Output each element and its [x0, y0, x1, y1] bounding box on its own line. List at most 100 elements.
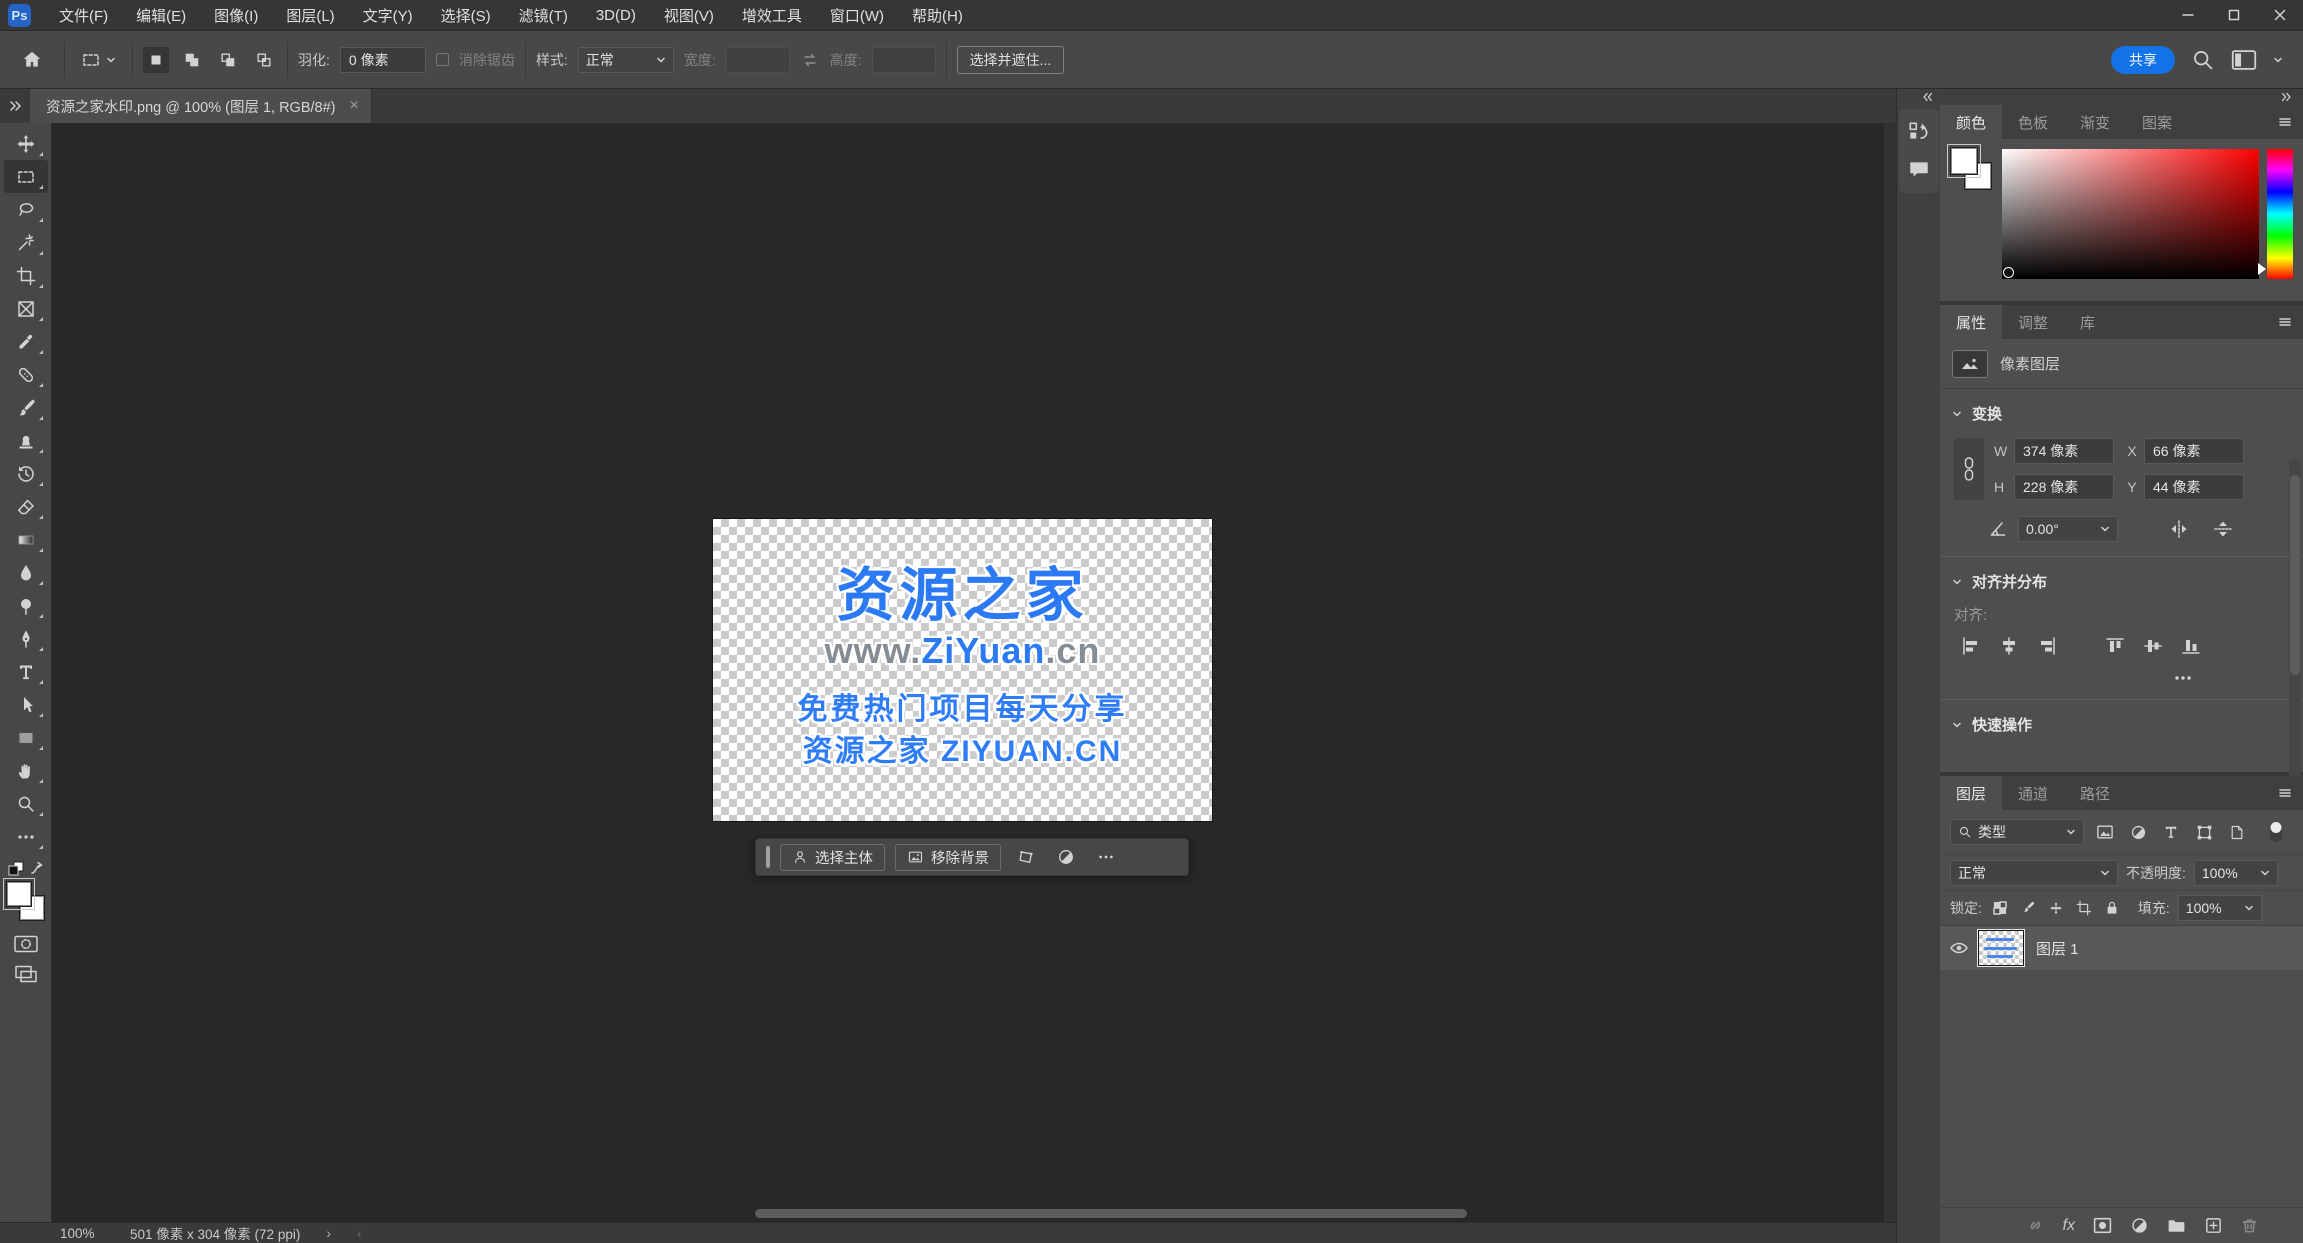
- lock-position-icon[interactable]: [2046, 898, 2066, 918]
- search-icon[interactable]: [2191, 48, 2215, 72]
- canvas-vertical-scrollbar[interactable]: [1884, 123, 1896, 1222]
- hand-tool[interactable]: [4, 754, 48, 787]
- status-next-icon[interactable]: ›: [326, 1225, 331, 1241]
- new-selection-mode-button[interactable]: [143, 46, 169, 73]
- align-vertical-centers-icon[interactable]: [2142, 635, 2164, 657]
- new-layer-icon[interactable]: [2204, 1216, 2223, 1235]
- ellipsis-icon[interactable]: [2173, 671, 2193, 685]
- select-and-mask-button[interactable]: 选择并遮住...: [956, 45, 1065, 74]
- tab-color[interactable]: 颜色: [1940, 105, 2003, 139]
- brush-tool[interactable]: [4, 391, 48, 424]
- new-adjustment-layer-icon[interactable]: [2130, 1216, 2149, 1235]
- menu-select[interactable]: 选择(S): [427, 0, 505, 30]
- crop-tool[interactable]: [4, 259, 48, 292]
- foreground-background-colors[interactable]: [2, 878, 48, 929]
- add-to-selection-mode-button[interactable]: [179, 47, 205, 73]
- status-prev-icon[interactable]: ‹: [357, 1225, 362, 1241]
- lasso-tool[interactable]: [4, 193, 48, 226]
- height-input[interactable]: [871, 46, 936, 73]
- x-value-input[interactable]: 66 像素: [2144, 438, 2244, 464]
- menu-edit[interactable]: 编辑(E): [122, 0, 200, 30]
- panel-menu-icon[interactable]: [2277, 114, 2293, 130]
- panel-menu-icon[interactable]: [2277, 785, 2293, 801]
- eraser-tool[interactable]: [4, 490, 48, 523]
- create-adjustment-button[interactable]: [1051, 844, 1081, 871]
- home-button[interactable]: [10, 45, 54, 75]
- canvas-area[interactable]: 资源之家 www.ZiYuan.cn 免费热门项目每天分享 资源之家 ZIYUA…: [52, 123, 1896, 1222]
- layer-filtering-toggle[interactable]: [2264, 820, 2288, 844]
- tab-adjustments[interactable]: 调整: [2002, 305, 2064, 339]
- align-bottom-edges-icon[interactable]: [2180, 635, 2202, 657]
- transform-section-header[interactable]: 变换: [1940, 389, 2303, 430]
- menu-layer[interactable]: 图层(L): [272, 0, 348, 30]
- subtract-from-selection-mode-button[interactable]: [215, 47, 241, 73]
- layer-visibility-toggle[interactable]: [1940, 926, 1978, 970]
- height-value-input[interactable]: 228 像素: [2014, 474, 2114, 500]
- tab-channels[interactable]: 通道: [2002, 776, 2064, 810]
- new-group-icon[interactable]: [2166, 1216, 2187, 1235]
- menu-type[interactable]: 文字(Y): [349, 0, 427, 30]
- opacity-select[interactable]: 100%: [2193, 859, 2278, 886]
- y-value-input[interactable]: 44 像素: [2144, 474, 2244, 500]
- flip-horizontal-icon[interactable]: [2168, 519, 2190, 539]
- foreground-color-swatch[interactable]: [2, 878, 35, 910]
- default-and-swap-colors[interactable]: [4, 859, 48, 879]
- quick-actions-section-header[interactable]: 快速操作: [1940, 700, 2303, 741]
- align-section-header[interactable]: 对齐并分布: [1940, 557, 2303, 598]
- spot-healing-brush-tool[interactable]: [4, 358, 48, 391]
- tab-overflow-icon[interactable]: [0, 89, 30, 123]
- foreground-color-swatch[interactable]: [1947, 144, 1981, 178]
- menu-window[interactable]: 窗口(W): [816, 0, 898, 30]
- minimize-button[interactable]: [2165, 0, 2211, 30]
- blend-mode-select[interactable]: 正常: [1950, 859, 2118, 886]
- frame-tool[interactable]: [4, 292, 48, 325]
- align-left-edges-icon[interactable]: [1960, 635, 1982, 657]
- edit-toolbar-button[interactable]: [4, 820, 48, 853]
- move-tool[interactable]: [4, 127, 48, 160]
- layer-thumbnail[interactable]: [1977, 929, 2025, 967]
- delete-layer-icon[interactable]: [2240, 1216, 2259, 1235]
- tab-swatches[interactable]: 色板: [2002, 105, 2064, 139]
- menu-3d[interactable]: 3D(D): [582, 0, 650, 30]
- fill-select[interactable]: 100%: [2177, 895, 2262, 921]
- layer-name[interactable]: 图层 1: [2036, 938, 2079, 959]
- tool-preset-picker[interactable]: [75, 47, 122, 73]
- rectangular-marquee-tool[interactable]: [3, 160, 48, 193]
- transform-image-button[interactable]: [1011, 844, 1041, 871]
- align-right-edges-icon[interactable]: [2036, 635, 2058, 657]
- align-horizontal-centers-icon[interactable]: [1998, 635, 2020, 657]
- filter-shape-layers-icon[interactable]: [2192, 820, 2216, 844]
- tab-gradients[interactable]: 渐变: [2064, 105, 2126, 139]
- menu-plugins[interactable]: 增效工具: [728, 0, 816, 30]
- menu-file[interactable]: 文件(F): [45, 0, 122, 30]
- filter-type-select[interactable]: 类型: [1950, 819, 2084, 845]
- quick-mask-button[interactable]: [4, 929, 48, 959]
- blur-tool[interactable]: [4, 556, 48, 589]
- lock-artboard-icon[interactable]: [2074, 898, 2094, 918]
- flip-vertical-icon[interactable]: [2212, 519, 2234, 539]
- tab-libraries[interactable]: 库: [2064, 305, 2111, 339]
- zoom-tool[interactable]: [4, 787, 48, 820]
- maximize-button[interactable]: [2211, 0, 2257, 30]
- align-top-edges-icon[interactable]: [2104, 635, 2126, 657]
- width-value-input[interactable]: 374 像素: [2014, 438, 2114, 464]
- add-layer-mask-icon[interactable]: [2092, 1216, 2113, 1235]
- lock-transparent-pixels-icon[interactable]: [1990, 898, 2010, 918]
- taskbar-grip-handle[interactable]: [766, 846, 770, 868]
- width-input[interactable]: [725, 46, 790, 73]
- share-button[interactable]: 共享: [2111, 45, 2175, 74]
- tab-layers[interactable]: 图层: [1940, 776, 2003, 810]
- hue-slider-pointer[interactable]: [2258, 263, 2266, 275]
- eyedropper-tool[interactable]: [4, 325, 48, 358]
- menu-image[interactable]: 图像(I): [200, 0, 272, 30]
- chevron-down-icon[interactable]: [2273, 55, 2283, 65]
- path-selection-tool[interactable]: [4, 688, 48, 721]
- select-subject-button[interactable]: 选择主体: [780, 843, 885, 871]
- hue-slider-strip[interactable]: [2267, 149, 2293, 279]
- close-tab-icon[interactable]: ×: [350, 97, 359, 115]
- tab-properties[interactable]: 属性: [1940, 305, 2003, 339]
- type-tool[interactable]: [4, 655, 48, 688]
- link-dimensions-button[interactable]: [1954, 438, 1984, 500]
- rotation-angle-select[interactable]: 0.00°: [2018, 516, 2118, 542]
- menu-view[interactable]: 视图(V): [650, 0, 728, 30]
